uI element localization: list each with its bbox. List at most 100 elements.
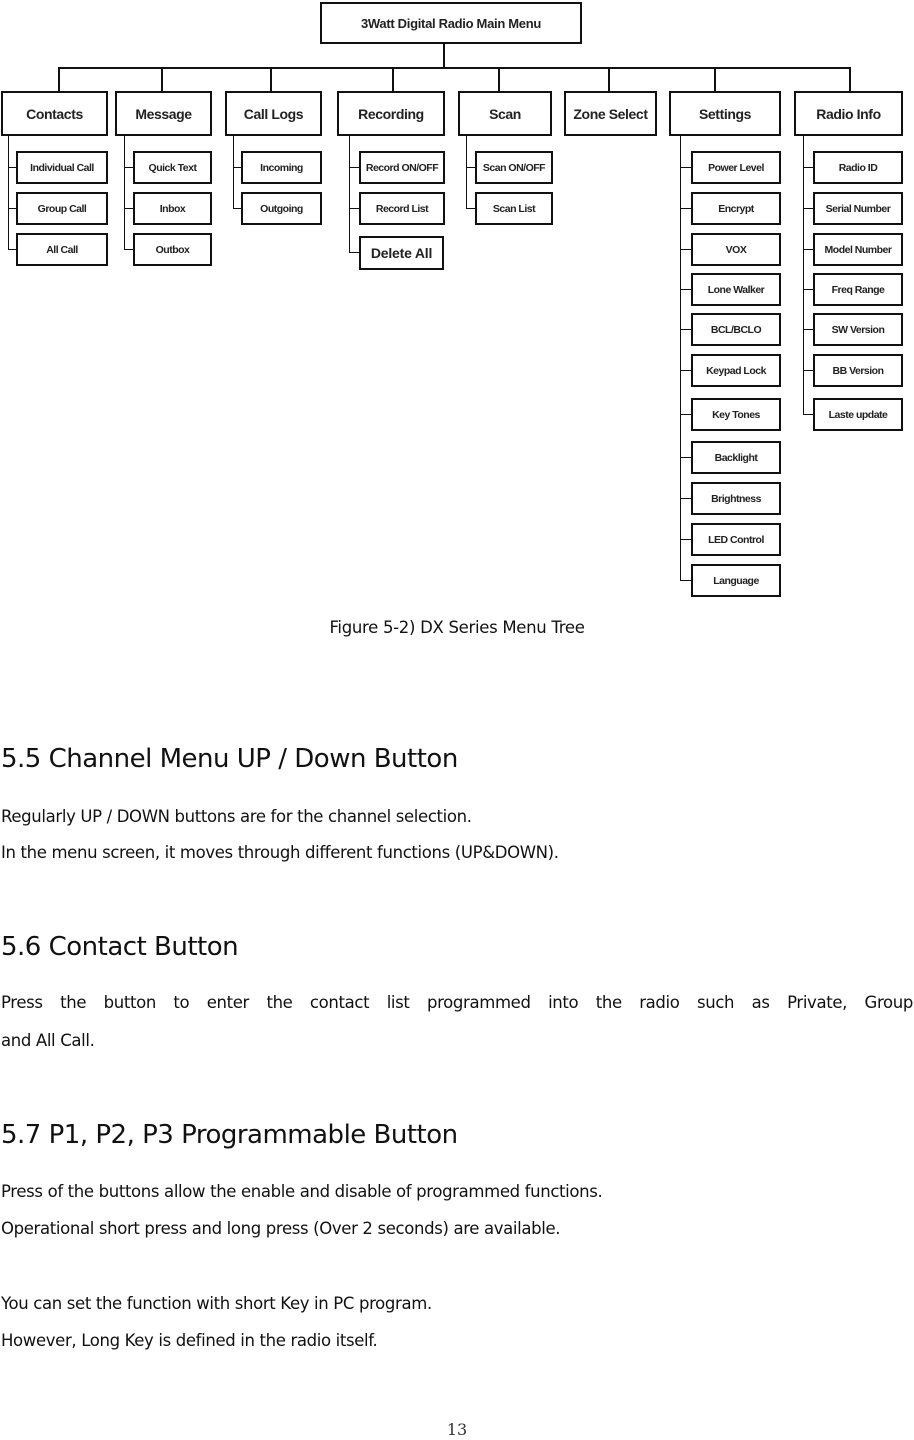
connector	[680, 539, 691, 540]
connector	[349, 167, 359, 168]
connector	[608, 67, 610, 92]
paragraph: In the menu screen, it moves through dif…	[1, 843, 559, 862]
connector	[124, 208, 133, 209]
menu-contacts: Contacts	[1, 91, 108, 136]
connector	[803, 414, 813, 415]
submenu-item: LED Control	[691, 523, 781, 556]
submenu-item: Freq Range	[813, 273, 903, 306]
connector	[680, 167, 691, 168]
connector	[803, 370, 813, 371]
submenu-item: SW Version	[813, 313, 903, 346]
connector	[803, 167, 813, 168]
submenu-item: Record ON/OFF	[359, 151, 445, 184]
paragraph: Press the button to enter the contact li…	[1, 993, 913, 1012]
menu-call-logs: Call Logs	[225, 91, 322, 136]
submenu-item: Brightness	[691, 482, 781, 515]
submenu-item: Keypad Lock	[691, 354, 781, 387]
connector	[680, 136, 681, 580]
connector	[466, 136, 467, 209]
connector	[233, 167, 241, 168]
connector	[803, 249, 813, 250]
connector	[349, 208, 359, 209]
section-heading: 5.6 Contact Button	[1, 932, 239, 962]
connector	[392, 67, 394, 92]
menu-zone-select: Zone Select	[564, 91, 657, 136]
paragraph: Regularly UP / DOWN buttons are for the …	[1, 807, 472, 826]
connector	[8, 249, 16, 250]
connector	[680, 414, 691, 415]
connector	[124, 167, 133, 168]
menu-radio-info: Radio Info	[794, 91, 903, 136]
menu-tree-diagram: 3Watt Digital Radio Main Menu Contacts M…	[0, 0, 914, 600]
connector	[680, 208, 691, 209]
connector	[270, 67, 272, 92]
connector	[803, 329, 813, 330]
submenu-item: Serial Number	[813, 192, 903, 225]
connector	[680, 289, 691, 290]
submenu-item: Power Level	[691, 151, 781, 184]
paragraph: Press of the buttons allow the enable an…	[1, 1182, 603, 1201]
connector	[8, 136, 9, 250]
submenu-item: Scan List	[475, 192, 553, 225]
menu-settings: Settings	[669, 91, 781, 136]
submenu-item: Inbox	[133, 192, 212, 225]
connector	[124, 136, 125, 250]
submenu-item: BCL/BCLO	[691, 313, 781, 346]
connector	[680, 498, 691, 499]
connector	[680, 329, 691, 330]
connector	[349, 252, 359, 253]
connector	[498, 67, 500, 92]
submenu-item: Delete All	[359, 236, 444, 270]
connector	[443, 43, 445, 69]
paragraph: You can set the function with short Key …	[1, 1294, 432, 1313]
connector	[680, 457, 691, 458]
connector	[58, 67, 851, 69]
connector	[161, 67, 163, 92]
submenu-item: Outgoing	[241, 192, 322, 225]
menu-recording: Recording	[337, 91, 445, 136]
connector	[233, 136, 234, 209]
connector	[803, 289, 813, 290]
submenu-item: Key Tones	[691, 398, 781, 431]
submenu-item: Quick Text	[133, 151, 212, 184]
submenu-item: Language	[691, 564, 781, 597]
connector	[680, 580, 691, 581]
figure-caption: Figure 5-2) DX Series Menu Tree	[329, 618, 585, 637]
connector	[714, 67, 716, 92]
paragraph: and All Call.	[1, 1031, 95, 1050]
submenu-item: Outbox	[133, 233, 212, 266]
connector	[680, 249, 691, 250]
submenu-item: Record List	[359, 192, 445, 225]
root-menu-box: 3Watt Digital Radio Main Menu	[320, 2, 582, 44]
paragraph: Operational short press and long press (…	[1, 1219, 561, 1238]
section-heading: 5.7 P1, P2, P3 Programmable Button	[1, 1120, 458, 1150]
submenu-item: Encrypt	[691, 192, 781, 225]
connector	[680, 370, 691, 371]
page-number: 13	[446, 1420, 468, 1439]
submenu-item: VOX	[691, 233, 781, 266]
submenu-item: Model Number	[813, 233, 903, 266]
connector	[8, 208, 16, 209]
connector	[233, 208, 241, 209]
connector	[58, 67, 60, 92]
submenu-item: Individual Call	[16, 151, 108, 184]
submenu-item: Backlight	[691, 441, 781, 474]
submenu-item: All Call	[16, 233, 108, 266]
submenu-item: BB Version	[813, 354, 903, 387]
connector	[849, 67, 851, 92]
connector	[349, 136, 350, 252]
menu-message: Message	[115, 91, 212, 136]
submenu-item: Lone Walker	[691, 273, 781, 306]
connector	[803, 136, 804, 415]
connector	[124, 249, 133, 250]
connector	[8, 167, 16, 168]
paragraph: However, Long Key is defined in the radi…	[1, 1331, 378, 1350]
submenu-item: Laste update	[813, 398, 903, 431]
section-heading: 5.5 Channel Menu UP / Down Button	[1, 744, 458, 774]
submenu-item: Group Call	[16, 192, 108, 225]
submenu-item: Scan ON/OFF	[475, 151, 553, 184]
submenu-item: Radio ID	[813, 151, 903, 184]
connector	[803, 208, 813, 209]
connector	[466, 167, 475, 168]
submenu-item: Incoming	[241, 151, 322, 184]
